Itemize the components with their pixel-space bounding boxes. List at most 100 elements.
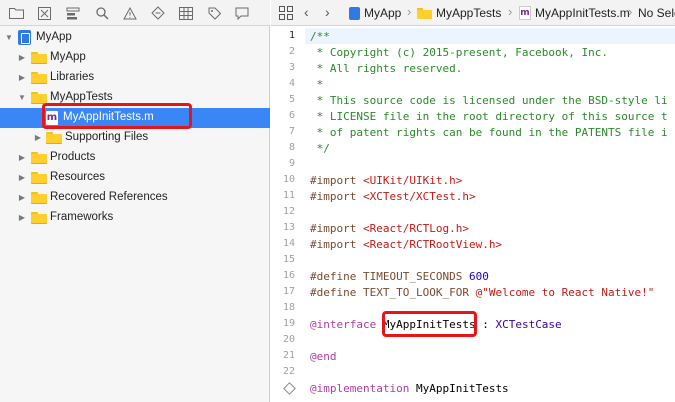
grid-icon[interactable] [178,5,194,21]
tag-icon[interactable] [206,5,222,21]
code-token: @interface [310,318,377,331]
forward-arrow-icon[interactable]: › [325,4,330,20]
disclosure-collapsed-icon[interactable]: ▶ [17,212,27,224]
jump-bar: ‹ › MyApp › MyAppTests › m MyAppInitTest… [271,0,675,26]
tree-item-label: MyApp [36,31,72,43]
tree-item-myapptests[interactable]: ▼ MyAppTests [0,88,270,108]
breadcrumb-label: MyApp [364,6,402,20]
code-token: #define [310,286,357,299]
folder-icon[interactable] [8,5,24,21]
hierarchy-icon[interactable] [65,5,81,21]
code-token: #import [310,238,357,251]
close-square-icon[interactable] [36,5,52,21]
code-token: @"Welcome to React Native!" [475,286,655,299]
breadcrumb-symbol[interactable]: No Sele [638,6,675,20]
back-arrow-icon[interactable]: ‹ [304,4,309,20]
code-line: * LICENSE file in the root directory of … [310,110,668,123]
folder-icon [31,52,47,64]
code-line-import-rctrootview: #import <React/RCTRootView.h> [310,238,502,251]
breadcrumb-file[interactable]: m MyAppInitTests.m [519,6,630,20]
speech-bubble-icon[interactable] [234,5,250,21]
code-token: <UIKit/UIKit.h> [362,174,463,187]
line-number: 21 [282,350,295,361]
code-line-import-rctlog: #import <React/RCTLog.h> [310,222,469,235]
line-number: 13 [282,222,295,233]
folder-icon [31,152,47,164]
disclosure-collapsed-icon[interactable]: ▶ [17,152,27,164]
line-number: 15 [282,254,295,265]
tree-item-myappinittests-m[interactable]: m MyAppInitTests.m [0,108,270,128]
project-navigator: ▼ MyApp ▶ MyApp ▶ Libraries ▼ MyAppTests… [0,0,270,402]
disclosure-expanded-icon[interactable]: ▼ [17,92,27,104]
tree-item-resources[interactable]: ▶ Resources [0,168,270,188]
breadcrumb-label: MyAppTests [436,6,502,20]
tree-item-supporting-files[interactable]: ▶ Supporting Files [0,128,270,148]
line-number: 12 [282,206,295,217]
search-icon[interactable] [94,5,110,21]
code-token: XCTestCase [495,318,562,331]
line-number: 3 [288,62,295,73]
code-line-import-uikit: #import <UIKit/UIKit.h> [310,174,462,187]
code-line: * This source code is licensed under the… [310,94,668,107]
source-editor: ‹ › MyApp › MyAppTests › m MyAppInitTest… [271,0,675,402]
tree-item-label: Recovered References [50,191,168,203]
breakpoint-diamond-icon[interactable] [283,382,296,395]
line-number: 8 [288,142,295,153]
line-number: 16 [282,270,295,281]
disclosure-collapsed-icon[interactable]: ▶ [17,192,27,204]
breadcrumb-group[interactable]: MyAppTests [417,6,501,20]
code-token: #import [310,222,357,235]
navigator-toolbar [0,0,270,26]
tree-item-label: Supporting Files [65,131,149,143]
disclosure-collapsed-icon[interactable]: ▶ [17,52,27,64]
disclosure-collapsed-icon[interactable]: ▶ [33,132,43,144]
code-token: : [482,318,489,331]
code-line: * of patent rights can be found in the P… [310,126,668,139]
tree-item-project-myapp[interactable]: ▼ MyApp [0,28,270,48]
code-line: */ [310,142,330,155]
tree-item-label: MyApp [50,51,86,63]
breadcrumb-project[interactable]: MyApp [349,6,401,20]
code-line: * Copyright (c) 2015-present, Facebook, … [310,46,609,59]
breadcrumb-separator-icon: › [508,4,513,19]
objc-m-file-icon: m [519,6,531,20]
diamond-icon[interactable] [150,5,166,21]
tree-item-label: MyAppTests [50,91,113,103]
xcode-project-icon [18,30,31,45]
folder-icon [46,132,62,144]
code-line-implementation: @implementation MyAppInitTests [310,382,509,395]
tree-item-label: MyAppInitTests.m [63,111,154,123]
code-token: #import [310,190,357,203]
code-token-class-name: MyAppInitTests [382,318,476,331]
tree-item-frameworks[interactable]: ▶ Frameworks [0,208,270,228]
line-number: 9 [288,158,295,169]
code-token: <React/RCTLog.h> [362,222,469,235]
line-number: 19 [282,318,295,329]
tree-item-libraries[interactable]: ▶ Libraries [0,68,270,88]
code-token: TEXT_TO_LOOK_FOR [362,286,469,299]
code-token: <React/RCTRootView.h> [362,238,503,251]
line-number: 5 [288,94,295,105]
folder-icon [31,172,47,184]
code-area[interactable]: 1 2 3 4 5 6 7 8 9 10 11 12 13 14 15 16 1… [271,26,675,402]
code-token: @implementation [310,382,410,395]
disclosure-collapsed-icon[interactable]: ▶ [17,72,27,84]
disclosure-expanded-icon[interactable]: ▼ [4,32,14,44]
tree-item-group-myapp[interactable]: ▶ MyApp [0,48,270,68]
folder-icon [417,7,432,19]
folder-icon [31,72,47,84]
objc-m-file-icon: m [46,111,58,125]
related-items-grid-icon[interactable] [279,6,293,20]
line-number: 11 [282,190,295,201]
code-line: /** [310,30,330,43]
disclosure-collapsed-icon[interactable]: ▶ [17,172,27,184]
code-token: @end [310,350,337,363]
breadcrumb-label: MyAppInitTests.m [535,6,630,20]
tree-item-products[interactable]: ▶ Products [0,148,270,168]
xcode-project-icon [349,6,360,20]
tree-item-recovered-references[interactable]: ▶ Recovered References [0,188,270,208]
code-token: 600 [468,270,489,283]
warning-icon[interactable] [122,5,138,21]
tree-item-label: Products [50,151,96,163]
code-token: MyAppInitTests [415,382,509,395]
